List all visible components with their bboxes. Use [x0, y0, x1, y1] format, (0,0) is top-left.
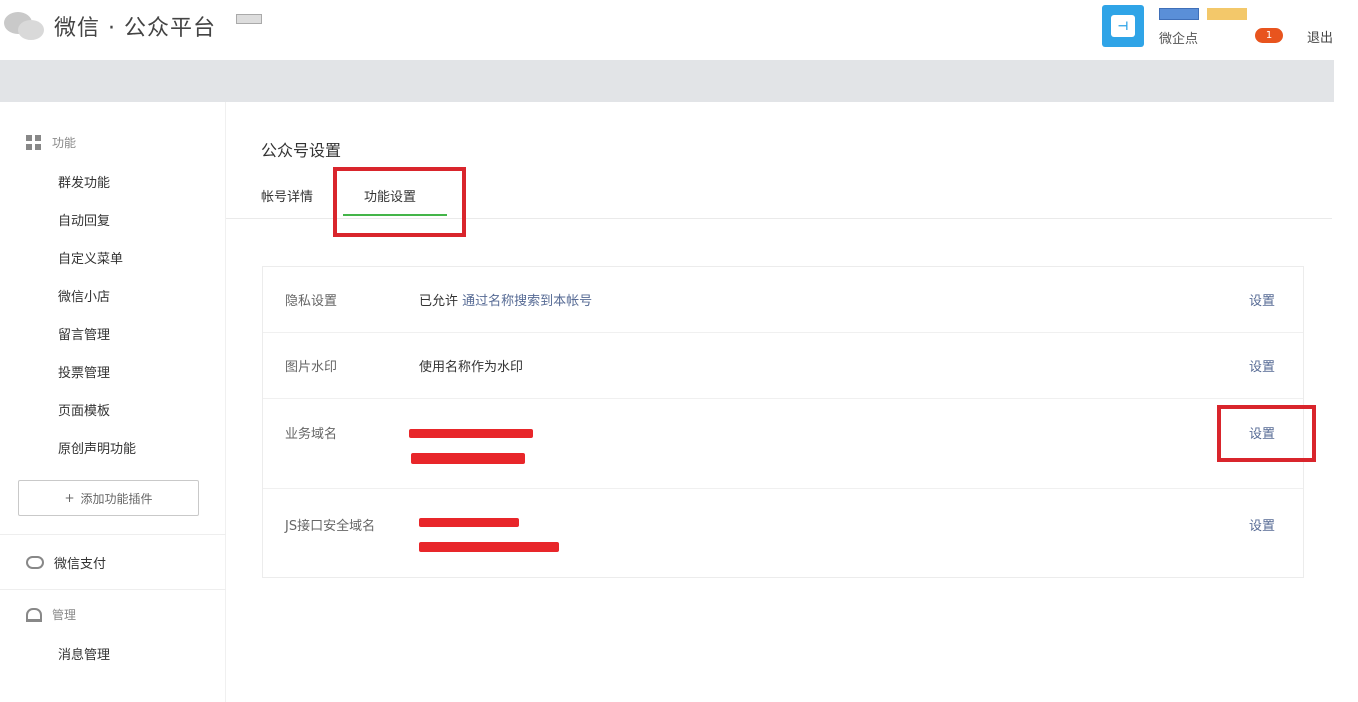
sidebar-section-manage: 管理: [26, 606, 76, 623]
sidebar-section-label: 管理: [52, 608, 77, 622]
privacy-settings-button[interactable]: 设置: [1249, 290, 1275, 309]
account-type-badge[interactable]: [1207, 8, 1247, 20]
sidebar-section-function: 功能: [26, 134, 76, 151]
sidebar-divider: [0, 534, 226, 535]
notification-badge[interactable]: 1: [1255, 28, 1283, 43]
sidebar-section-pay[interactable]: 微信支付: [26, 553, 106, 572]
settings-row-watermark: 图片水印 使用名称作为水印 设置: [263, 333, 1303, 399]
sidebar-item-auto-reply[interactable]: 自动回复: [58, 210, 110, 229]
settings-row-js-domain: JS接口安全域名 设置: [263, 489, 1303, 577]
avatar-logo-icon: ⊣: [1111, 15, 1135, 37]
redaction-mark: [419, 518, 519, 527]
sidebar-item-messages[interactable]: 消息管理: [58, 644, 110, 663]
sidebar-item-comments[interactable]: 留言管理: [58, 324, 110, 343]
wechat-pay-icon: [26, 556, 44, 569]
sidebar-item-votes[interactable]: 投票管理: [58, 362, 110, 381]
logout-link[interactable]: 退出: [1307, 27, 1333, 46]
sidebar-section-label: 微信支付: [54, 557, 107, 572]
row-label: 图片水印: [285, 360, 338, 375]
row-label: 业务域名: [285, 427, 338, 442]
settings-row-privacy: 隐私设置 已允许 通过名称搜索到本帐号 设置: [263, 267, 1303, 333]
sidebar-item-mass-send[interactable]: 群发功能: [58, 172, 110, 191]
tab-account-details[interactable]: 帐号详情: [261, 186, 313, 205]
account-name[interactable]: 微企点: [1159, 28, 1198, 47]
redaction-mark: [419, 542, 559, 552]
highlight-annotation-tab: [333, 167, 466, 237]
add-plugin-button[interactable]: + 添加功能插件: [18, 480, 199, 516]
settings-row-business-domain: 业务域名 设置: [263, 399, 1303, 489]
highlight-annotation-business-domain: [1217, 405, 1316, 462]
sidebar: 功能 群发功能 自动回复 自定义菜单 微信小店 留言管理 投票管理 页面模板 原…: [0, 102, 226, 702]
plus-icon: +: [64, 491, 75, 505]
sidebar-item-page-templates[interactable]: 页面模板: [58, 400, 110, 419]
settings-panel: 隐私设置 已允许 通过名称搜索到本帐号 设置 图片水印 使用名称作为水印 设置 …: [262, 266, 1304, 578]
function-grid-icon: [26, 134, 42, 151]
row-value-text: 已允许: [419, 294, 463, 309]
sidebar-item-original-declaration[interactable]: 原创声明功能: [58, 438, 136, 457]
platform-logo-text[interactable]: 微信 · 公众平台: [54, 10, 216, 42]
sidebar-item-wechat-store[interactable]: 微信小店: [58, 286, 110, 305]
redaction-mark: [409, 429, 533, 438]
sidebar-divider: [0, 589, 226, 590]
add-plugin-label: 添加功能插件: [80, 491, 153, 506]
sidebar-section-label: 功能: [52, 136, 77, 150]
account-avatar[interactable]: ⊣: [1102, 5, 1144, 47]
row-value-link: 通过名称搜索到本帐号: [462, 294, 593, 309]
row-value: 使用名称作为水印: [419, 360, 524, 375]
row-label: JS接口安全域名: [285, 519, 376, 534]
redaction-mark: [411, 453, 525, 464]
wechat-logo-icon: [4, 12, 44, 40]
sidebar-item-custom-menu[interactable]: 自定义菜单: [58, 248, 123, 267]
page-title: 公众号设置: [261, 141, 342, 160]
row-label: 隐私设置: [285, 294, 338, 309]
js-domain-settings-button[interactable]: 设置: [1249, 515, 1275, 534]
row-value: 已允许 通过名称搜索到本帐号: [419, 290, 592, 309]
top-header: 微信 · 公众平台 ⊣ 微企点 1 退出: [0, 0, 1358, 60]
notice-bar: [0, 60, 1334, 102]
manage-icon: [26, 607, 42, 622]
logo-badge: [236, 14, 262, 24]
watermark-settings-button[interactable]: 设置: [1249, 356, 1275, 375]
verified-badge-icon[interactable]: [1159, 8, 1199, 20]
